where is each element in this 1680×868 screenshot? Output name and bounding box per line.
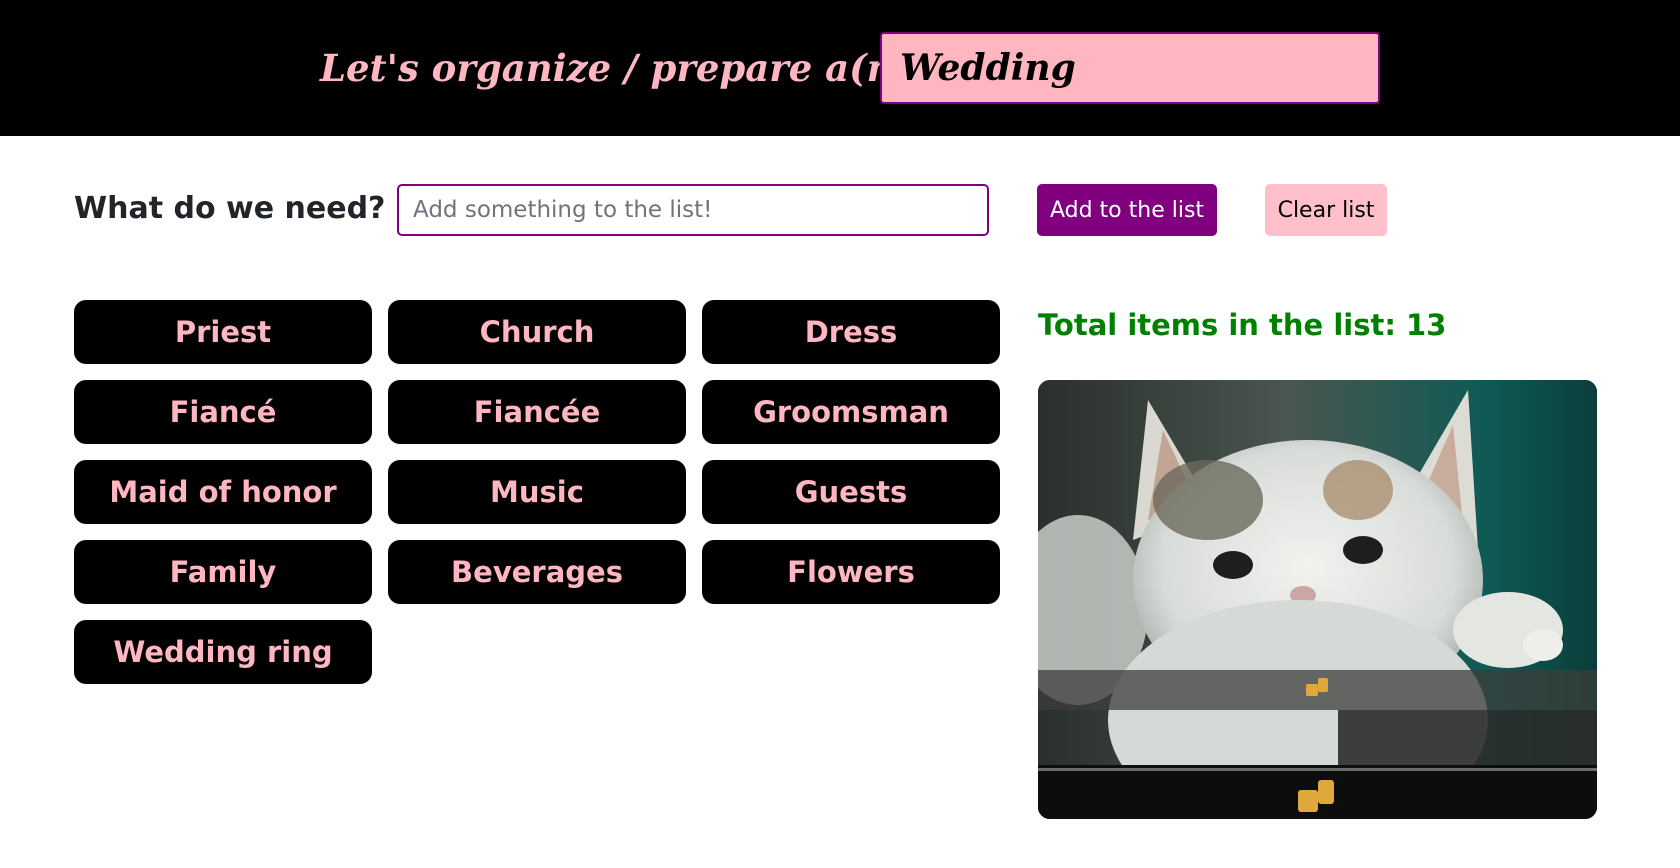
event-type-input[interactable]	[880, 32, 1380, 104]
list-item[interactable]: Dress	[702, 300, 1000, 364]
clear-list-button[interactable]: Clear list	[1265, 184, 1387, 236]
list-item[interactable]: Music	[388, 460, 686, 524]
kitten-thumbs-up-image	[1038, 380, 1597, 819]
header-title: Let's organize / prepare a(n):	[320, 46, 925, 90]
list-item[interactable]: Family	[74, 540, 372, 604]
header-bar: Let's organize / prepare a(n):	[0, 0, 1680, 136]
need-label: What do we need?	[74, 191, 386, 226]
items-grid: Priest Church Dress Fiancé Fiancée Groom…	[74, 300, 1002, 684]
list-item[interactable]: Maid of honor	[74, 460, 372, 524]
list-item[interactable]: Wedding ring	[74, 620, 372, 684]
add-item-input[interactable]	[397, 184, 989, 236]
add-to-list-button[interactable]: Add to the list	[1037, 184, 1217, 236]
list-item[interactable]: Priest	[74, 300, 372, 364]
list-item[interactable]: Fiancée	[388, 380, 686, 444]
list-item[interactable]: Groomsman	[702, 380, 1000, 444]
list-item[interactable]: Flowers	[702, 540, 1000, 604]
list-item[interactable]: Guests	[702, 460, 1000, 524]
list-item[interactable]: Beverages	[388, 540, 686, 604]
total-items-label: Total items in the list: 13	[1038, 308, 1447, 342]
list-item[interactable]: Church	[388, 300, 686, 364]
list-item[interactable]: Fiancé	[74, 380, 372, 444]
